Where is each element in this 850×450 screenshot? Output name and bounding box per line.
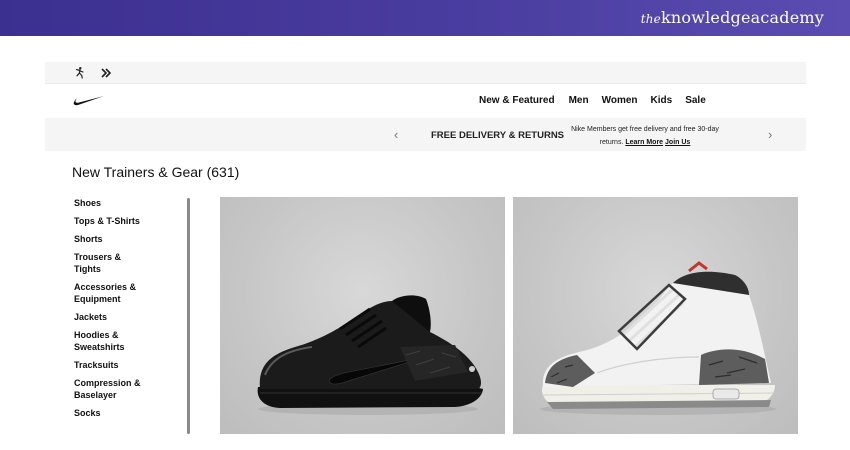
promo-banner: ‹ FREE DELIVERY & RETURNS Nike Members g… — [45, 118, 806, 151]
nav-new-featured[interactable]: New & Featured — [479, 95, 555, 106]
join-us-link[interactable]: Join Us — [665, 139, 690, 146]
converse-chevron-icon[interactable] — [99, 66, 113, 80]
chevron-right-icon[interactable]: › — [768, 127, 772, 142]
sidebar-item-shorts[interactable]: Shorts — [74, 233, 146, 245]
sidebar-item-tracksuits[interactable]: Tracksuits — [74, 359, 146, 371]
promo-title: FREE DELIVERY & RETURNS — [431, 130, 565, 141]
brand-banner: theknowledgeacademy — [0, 0, 850, 36]
category-sidebar: Shoes Tops & T-Shirts Shorts Trousers & … — [74, 197, 184, 425]
nav-links: New & Featured Men Women Kids Sale — [479, 95, 706, 106]
nav-kids[interactable]: Kids — [651, 95, 673, 106]
utility-bar — [45, 62, 806, 84]
nav-sale[interactable]: Sale — [685, 95, 706, 106]
promo-subtitle: Nike Members get free delivery and free … — [560, 123, 730, 149]
sidebar-scrollbar[interactable] — [187, 198, 190, 434]
brand-logo: theknowledgeacademy — [641, 8, 824, 27]
sidebar-item-trousers[interactable]: Trousers & Tights — [74, 251, 146, 275]
sidebar-item-shoes[interactable]: Shoes — [74, 197, 146, 209]
chevron-left-icon[interactable]: ‹ — [394, 127, 398, 142]
page-title: New Trainers & Gear (631) — [72, 164, 240, 180]
sidebar-item-hoodies[interactable]: Hoodies & Sweatshirts — [74, 329, 146, 353]
nike-swoosh-logo[interactable] — [71, 93, 105, 107]
sidebar-item-compression[interactable]: Compression & Baselayer — [74, 377, 146, 401]
sidebar-item-socks[interactable]: Socks — [74, 407, 146, 419]
sidebar-item-tops[interactable]: Tops & T-Shirts — [74, 215, 146, 227]
product-card[interactable] — [513, 197, 798, 434]
nike-site: New & Featured Men Women Kids Sale ‹ FRE… — [45, 62, 806, 450]
sidebar-item-jackets[interactable]: Jackets — [74, 311, 146, 323]
black-low-top-sneaker-image — [257, 295, 483, 415]
brand-prefix: the — [640, 12, 661, 26]
jordan-jumpman-icon[interactable] — [73, 66, 87, 80]
brand-name: knowledgeacademy — [660, 8, 824, 27]
nav-men[interactable]: Men — [569, 95, 589, 106]
main-navigation: New & Featured Men Women Kids Sale — [45, 84, 806, 118]
product-card[interactable] — [220, 197, 505, 434]
white-cement-high-top-sneaker-image — [540, 261, 776, 415]
sidebar-item-accessories[interactable]: Accessories & Equipment — [74, 281, 146, 305]
learn-more-link[interactable]: Learn More — [625, 139, 663, 146]
nav-women[interactable]: Women — [602, 95, 638, 106]
